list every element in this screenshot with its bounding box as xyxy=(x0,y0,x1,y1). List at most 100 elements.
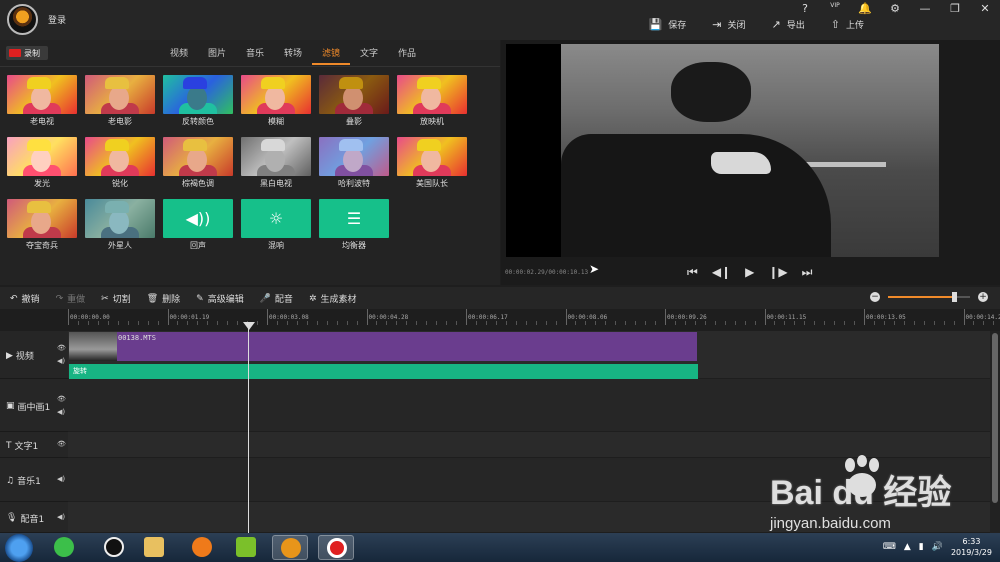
filter-item[interactable]: 模糊 xyxy=(241,75,311,135)
gear-icon[interactable]: ⚙ xyxy=(888,2,902,15)
save-button[interactable]: 💾 保存 xyxy=(649,18,687,31)
filter-item[interactable]: ◀)) 回声 xyxy=(163,199,233,259)
timeline-ruler[interactable]: 00:00:00.00 00:00:01.19 00:00:03.08 00:00:0… xyxy=(68,309,1000,331)
video-clip[interactable]: 00138.MTS xyxy=(69,332,697,361)
step-back-icon[interactable]: ◀❙ xyxy=(712,265,731,280)
step-forward-icon[interactable]: ❙▶ xyxy=(768,265,787,280)
track-type-icon: ♫ xyxy=(6,475,15,486)
keyboard-icon[interactable]: ⌨ xyxy=(883,542,896,552)
filter-item[interactable]: 发光 xyxy=(7,137,77,197)
close-icon[interactable]: ✕ xyxy=(978,2,992,15)
tab-0[interactable]: 视频 xyxy=(160,46,198,65)
track-header[interactable]: ▣ 画中画1 👁 ◀) xyxy=(0,379,68,432)
filter-item[interactable]: 外星人 xyxy=(85,199,155,259)
playhead-handle[interactable] xyxy=(243,322,255,330)
speaker-icon[interactable]: ◀) xyxy=(57,357,65,365)
filter-item[interactable]: 叠影 xyxy=(319,75,389,135)
network-icon[interactable]: ▮ xyxy=(919,542,924,552)
timeline-scrollbar[interactable] xyxy=(990,331,1000,533)
player-icon[interactable] xyxy=(228,535,264,560)
arrow-up-icon[interactable]: ▲ xyxy=(904,542,911,552)
skip-start-icon[interactable]: ⏮ xyxy=(687,265,698,280)
undo-button[interactable]: ↶ 撤销 xyxy=(10,292,40,306)
tab-5[interactable]: 文字 xyxy=(350,46,388,65)
track-header[interactable]: ▶ 视频 👁 ◀) xyxy=(0,331,68,379)
export-button[interactable]: ↗ 导出 xyxy=(772,18,805,31)
play-icon[interactable]: ▶ xyxy=(745,265,754,280)
bell-icon[interactable]: 🔔 xyxy=(858,2,872,15)
track-header[interactable]: 🎙 配音1 ◀) xyxy=(0,502,68,533)
filter-item[interactable]: 老电视 xyxy=(7,75,77,135)
track-header[interactable]: ♫ 音乐1 ◀) xyxy=(0,458,68,502)
start-button[interactable] xyxy=(5,534,33,562)
tab-1[interactable]: 图片 xyxy=(198,46,236,65)
filter-item[interactable]: 反转颜色 xyxy=(163,75,233,135)
help-icon[interactable]: ? xyxy=(798,2,812,15)
clock[interactable]: 6:33 2019/3/29 xyxy=(951,536,992,558)
track-lane[interactable] xyxy=(68,379,990,432)
folder-icon[interactable] xyxy=(136,535,172,560)
playhead[interactable] xyxy=(248,322,249,533)
clip-thumbnail xyxy=(69,332,117,361)
tab-3[interactable]: 转场 xyxy=(274,46,312,65)
equalizer-icon: ☰ xyxy=(346,209,362,228)
vip-icon[interactable]: VIP xyxy=(828,2,842,15)
firefox-icon[interactable] xyxy=(184,535,220,560)
video-editor-icon[interactable] xyxy=(272,535,308,560)
film-button[interactable]: ✲ 生成素材 xyxy=(309,292,357,306)
filter-item[interactable]: 哈利波特 xyxy=(319,137,389,197)
track-type-icon: T xyxy=(6,440,12,451)
filter-item[interactable]: 黑白电视 xyxy=(241,137,311,197)
recorder-icon[interactable] xyxy=(318,535,354,560)
tab-6[interactable]: 作品 xyxy=(388,46,426,65)
filter-item[interactable]: 夺宝奇兵 xyxy=(7,199,77,259)
filter-item[interactable]: ☼ 混响 xyxy=(241,199,311,259)
zoom-slider[interactable] xyxy=(888,292,970,302)
media-panel: 录制 视频 图片 音乐 转场 滤镜 文字 作品 老电视 老电影 反转颜色 模糊 叠影 放映机发光 锐化 棕… xyxy=(0,40,500,285)
cut-button[interactable]: ✂ 切割 xyxy=(101,292,131,306)
filter-thumbnail xyxy=(7,75,77,114)
minimize-icon[interactable]: — xyxy=(918,2,932,15)
close-file-button[interactable]: ⇥ 关闭 xyxy=(712,18,745,31)
delete-button[interactable]: 🗑 删除 xyxy=(147,292,180,306)
filter-clip[interactable]: 旋转 xyxy=(69,364,698,379)
tab-4[interactable]: 滤镜 xyxy=(312,46,350,65)
filter-item[interactable]: 棕褐色调 xyxy=(163,137,233,197)
zoom-out-icon[interactable]: − xyxy=(870,292,880,302)
upload-button[interactable]: ⇧ 上传 xyxy=(831,18,864,31)
eye-icon[interactable]: 👁 xyxy=(57,395,66,403)
filter-item[interactable]: 放映机 xyxy=(397,75,467,135)
tab-2[interactable]: 音乐 xyxy=(236,46,274,65)
volume-icon[interactable]: 🔊 xyxy=(932,542,943,552)
ruler-tick xyxy=(267,309,268,325)
login-link[interactable]: 登录 xyxy=(48,13,66,26)
eye-icon[interactable]: 👁 xyxy=(57,440,66,448)
speaker-icon[interactable]: ◀) xyxy=(57,408,65,416)
skip-end-icon[interactable]: ⏭ xyxy=(802,265,813,280)
speaker-icon[interactable]: ◀) xyxy=(57,475,65,483)
system-tray: ⌨ ▲ ▮ 🔊 6:33 2019/3/29 xyxy=(883,536,992,558)
filter-label: 棕褐色调 xyxy=(182,179,214,188)
qq-icon[interactable] xyxy=(96,535,132,560)
video-preview[interactable] xyxy=(506,44,939,257)
mic-button[interactable]: 🎤 配音 xyxy=(260,292,293,306)
filter-item[interactable]: ☰ 均衡器 xyxy=(319,199,389,259)
filter-item[interactable]: 锐化 xyxy=(85,137,155,197)
ruler-tick xyxy=(366,309,368,325)
ruler-tick-label: 00:00:08.06 xyxy=(567,314,608,321)
record-button[interactable]: 录制 xyxy=(6,46,48,60)
zoom-in-icon[interactable]: + xyxy=(978,292,988,302)
track-header[interactable]: T 文字1 👁 xyxy=(0,432,68,458)
maximize-icon[interactable]: ❐ xyxy=(948,2,962,15)
redo-button[interactable]: ↷ 重做 xyxy=(56,292,86,306)
filter-item[interactable]: 美国队长 xyxy=(397,137,467,197)
filter-item[interactable]: 老电影 xyxy=(85,75,155,135)
speaker-icon[interactable]: ◀) xyxy=(57,513,65,521)
taskbar-app-icon[interactable] xyxy=(46,535,82,560)
ruler-tick-label: 00:00:06.17 xyxy=(468,314,508,321)
zoom-slider-handle[interactable] xyxy=(951,292,957,302)
app-logo[interactable] xyxy=(7,4,38,35)
eye-icon[interactable]: 👁 xyxy=(57,344,66,352)
ruler-tick xyxy=(864,309,865,325)
edit-button[interactable]: ✎ 高级编辑 xyxy=(196,292,244,306)
